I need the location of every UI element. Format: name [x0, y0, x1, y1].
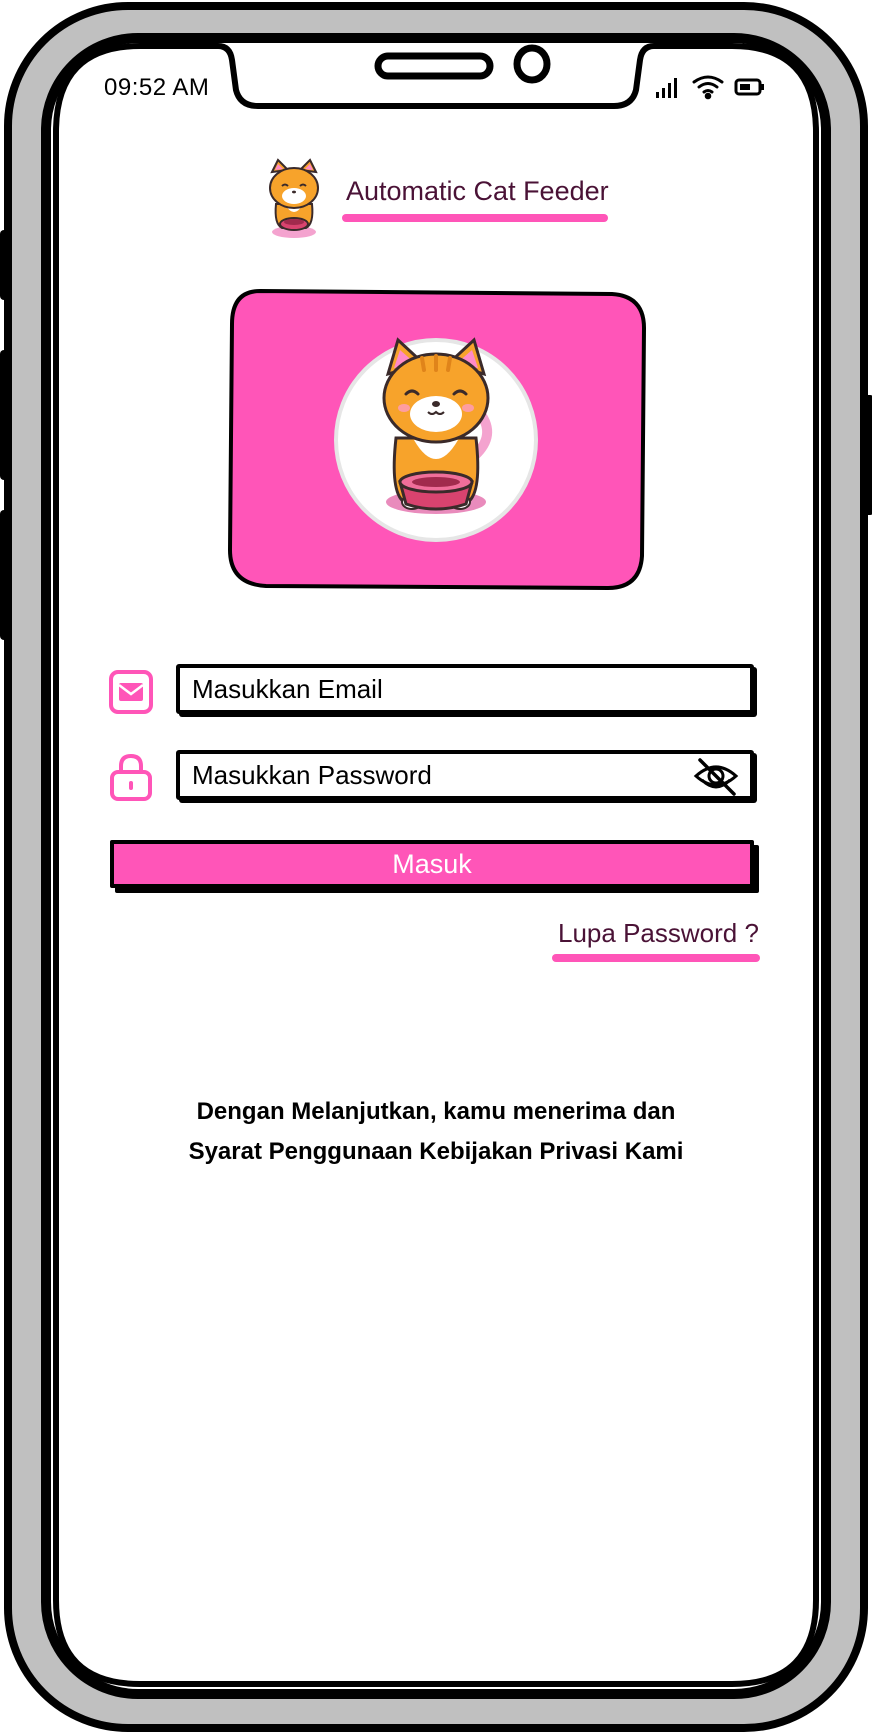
terms-line-1: Dengan Melanjutkan, kamu menerima dan: [196, 1098, 676, 1125]
email-field[interactable]: [192, 668, 662, 710]
signal-bars-icon: [656, 78, 677, 98]
password-field-container: [176, 750, 754, 800]
email-field-container: [176, 664, 754, 714]
envelope-icon: [109, 670, 153, 714]
login-button[interactable]: Masuk: [110, 840, 754, 888]
cat-with-bowl-icon: [269, 158, 319, 238]
lock-icon: [110, 753, 152, 801]
forgot-password-link[interactable]: Lupa Password ?: [558, 918, 759, 949]
wifi-icon: [692, 75, 724, 100]
status-time: 09:52 AM: [104, 74, 210, 101]
password-field[interactable]: [192, 754, 662, 796]
cat-with-bowl-illustration: [334, 337, 538, 542]
terms-notice: Dengan Melanjutkan, kamu menerima dan Sy…: [120, 1092, 752, 1172]
eye-off-icon[interactable]: [692, 756, 740, 796]
app-title: Automatic Cat Feeder: [346, 176, 609, 206]
status-icons: [656, 75, 764, 100]
hero-card: [227, 288, 647, 591]
battery-icon: [734, 78, 764, 96]
forgot-password-underline: [552, 954, 760, 962]
terms-line-2: Syarat Penggunaan Kebijakan Privasi Kami: [188, 1138, 684, 1165]
title-underline: [342, 214, 608, 222]
